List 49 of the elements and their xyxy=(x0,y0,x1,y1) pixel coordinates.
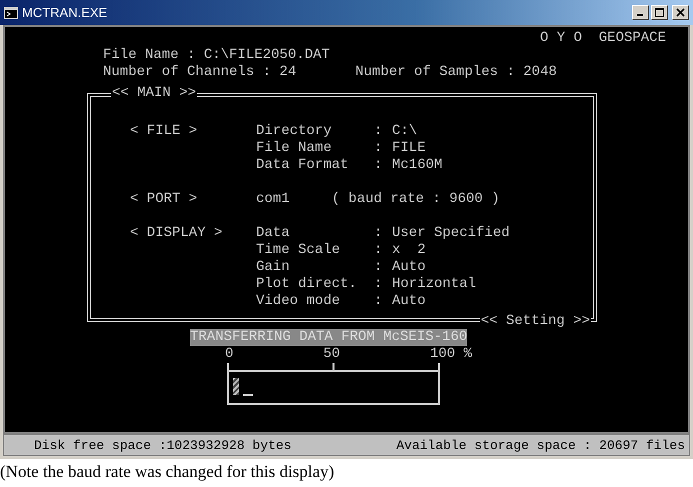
separator-text: : xyxy=(374,293,384,310)
minimize-button[interactable] xyxy=(632,5,649,20)
file-name-text: File Name : C:\FILE2050.DAT xyxy=(103,47,331,64)
setting-name: Data xyxy=(256,225,291,242)
console-icon xyxy=(4,6,18,18)
setting-value: x 2 xyxy=(392,242,427,259)
setting-name: Directory xyxy=(256,123,333,140)
channels-text: Number of Channels : 24 xyxy=(103,64,296,81)
close-button[interactable] xyxy=(672,5,689,20)
setting-value: User Specified xyxy=(392,225,510,242)
setting-value: Auto xyxy=(392,259,427,276)
setting-name: Data Format xyxy=(256,157,350,174)
setting-name: Gain xyxy=(256,259,291,276)
setting-name: Plot direct. xyxy=(256,276,358,293)
separator-text: : xyxy=(374,259,384,276)
separator-text: : xyxy=(374,140,384,157)
setting-name: Time Scale xyxy=(256,242,342,259)
disk-space-text: Disk free space :1023932928 bytes xyxy=(34,436,292,454)
window-title: MCTRAN.EXE xyxy=(22,5,108,20)
setting-name: Video mode xyxy=(256,293,342,310)
setting-value: Horizontal xyxy=(392,276,478,293)
transfer-status-text: TRANSFERRING DATA FROM McSEIS-160 xyxy=(190,329,468,346)
scale-label: 0 xyxy=(225,346,234,363)
storage-space-text: Available storage space : 20697 files xyxy=(396,436,685,454)
separator-text: : xyxy=(374,276,384,293)
setting-value: C:\ xyxy=(392,123,418,140)
section-label[interactable]: < PORT > xyxy=(130,191,256,208)
setting-value: Auto xyxy=(392,293,427,310)
maximize-icon xyxy=(655,8,664,17)
maximize-button[interactable] xyxy=(651,5,668,20)
close-icon xyxy=(676,8,685,17)
scale-label: 50 xyxy=(323,346,340,363)
scale-label: 100 % xyxy=(430,346,472,363)
separator-text: : xyxy=(374,242,384,259)
port-name: com1 xyxy=(256,191,290,208)
separator-text: : xyxy=(374,225,384,242)
samples-text: Number of Samples : 2048 xyxy=(355,64,557,81)
section-label[interactable]: < FILE > xyxy=(130,123,256,174)
panel-footer: << Setting >> xyxy=(480,313,591,330)
setting-value: FILE xyxy=(392,140,427,157)
separator-text: : xyxy=(374,123,384,140)
setting-value: Mc160M xyxy=(392,157,442,174)
brand-text: O Y O GEOSPACE xyxy=(540,30,666,47)
cursor-icon xyxy=(243,394,253,396)
setting-name: File Name xyxy=(256,140,333,157)
separator-text: : xyxy=(374,157,384,174)
baud-rate-text: ( baud rate : 9600 ) xyxy=(332,191,500,208)
caption-text: (Note the baud rate was changed for this display) xyxy=(0,462,336,482)
section-label[interactable]: < DISPLAY > xyxy=(130,225,256,310)
